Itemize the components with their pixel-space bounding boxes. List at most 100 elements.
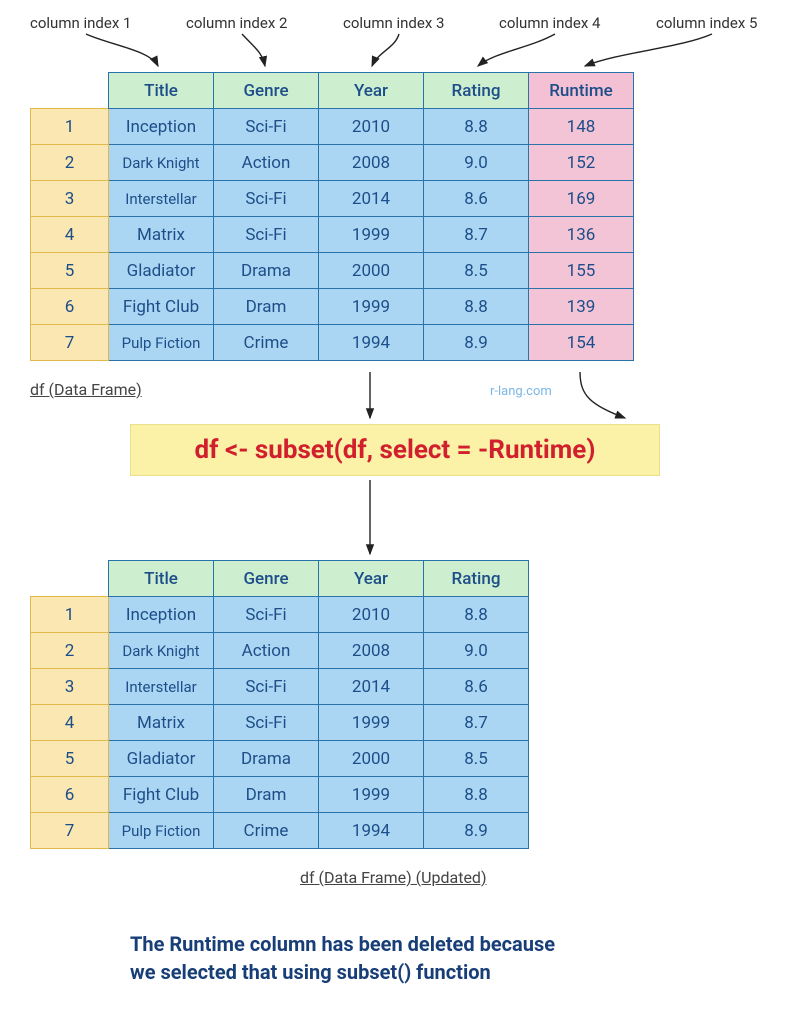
data-cell: Crime [214, 813, 319, 849]
table-caption-original: df (Data Frame) [30, 380, 142, 399]
col-index-label: column index 3 [343, 14, 444, 32]
arrow-col1 [86, 34, 158, 66]
data-cell: 1999 [319, 777, 424, 813]
column-header: Title [109, 561, 214, 597]
data-cell: 136 [529, 217, 634, 253]
data-cell: Interstellar [109, 669, 214, 705]
row-index: 4 [31, 217, 109, 253]
row-index: 4 [31, 705, 109, 741]
data-cell: 2008 [319, 145, 424, 181]
data-cell: Sci-Fi [214, 669, 319, 705]
data-cell: 152 [529, 145, 634, 181]
dataframe-table-original: TitleGenreYearRatingRuntime1InceptionSci… [30, 72, 634, 361]
data-cell: 9.0 [424, 145, 529, 181]
column-header: Genre [214, 561, 319, 597]
column-header: Year [319, 561, 424, 597]
arrow-col4 [478, 34, 555, 66]
data-cell: 8.7 [424, 705, 529, 741]
data-cell: 1994 [319, 813, 424, 849]
explanation-text: The Runtime column has been deleted beca… [130, 930, 555, 986]
data-cell: Dark Knight [109, 145, 214, 181]
data-cell: 8.6 [424, 181, 529, 217]
data-cell: 1999 [319, 705, 424, 741]
col-index-label: column index 5 [656, 14, 757, 32]
row-index: 3 [31, 181, 109, 217]
blank-corner [31, 73, 109, 109]
data-cell: Dram [214, 289, 319, 325]
code-expression: df <- subset(df, select = -Runtime) [130, 424, 660, 476]
row-index: 2 [31, 633, 109, 669]
data-cell: 1994 [319, 325, 424, 361]
row-index: 1 [31, 109, 109, 145]
data-cell: 9.0 [424, 633, 529, 669]
row-index: 2 [31, 145, 109, 181]
data-cell: 155 [529, 253, 634, 289]
data-cell: Sci-Fi [214, 705, 319, 741]
data-cell: Gladiator [109, 253, 214, 289]
data-cell: Drama [214, 253, 319, 289]
blank-corner [31, 561, 109, 597]
data-cell: Inception [109, 109, 214, 145]
data-cell: 2010 [319, 597, 424, 633]
data-cell: 2014 [319, 181, 424, 217]
data-cell: Crime [214, 325, 319, 361]
data-cell: 8.5 [424, 253, 529, 289]
data-cell: Matrix [109, 217, 214, 253]
arrow-col2 [242, 34, 265, 66]
data-cell: 169 [529, 181, 634, 217]
data-cell: 8.8 [424, 777, 529, 813]
data-cell: Drama [214, 741, 319, 777]
column-header: Runtime [529, 73, 634, 109]
data-cell: 1999 [319, 217, 424, 253]
column-header: Year [319, 73, 424, 109]
data-cell: 8.5 [424, 741, 529, 777]
data-cell: Pulp Fiction [109, 813, 214, 849]
data-cell: 2000 [319, 253, 424, 289]
data-cell: 2014 [319, 669, 424, 705]
data-cell: 8.8 [424, 109, 529, 145]
data-cell: 2000 [319, 741, 424, 777]
column-header: Title [109, 73, 214, 109]
data-cell: 2010 [319, 109, 424, 145]
data-cell: 154 [529, 325, 634, 361]
data-cell: 8.8 [424, 289, 529, 325]
data-cell: Action [214, 145, 319, 181]
data-cell: Sci-Fi [214, 597, 319, 633]
data-cell: 8.8 [424, 597, 529, 633]
arrow-col3 [372, 34, 399, 66]
data-cell: Pulp Fiction [109, 325, 214, 361]
data-cell: Sci-Fi [214, 181, 319, 217]
data-cell: Sci-Fi [214, 217, 319, 253]
data-cell: Inception [109, 597, 214, 633]
data-cell: Interstellar [109, 181, 214, 217]
data-cell: Matrix [109, 705, 214, 741]
column-header: Rating [424, 73, 529, 109]
row-index: 7 [31, 325, 109, 361]
data-cell: Sci-Fi [214, 109, 319, 145]
data-cell: Dark Knight [109, 633, 214, 669]
row-index: 6 [31, 289, 109, 325]
explanation-line1: The Runtime column has been deleted beca… [130, 932, 555, 956]
data-cell: Fight Club [109, 777, 214, 813]
row-index: 7 [31, 813, 109, 849]
data-cell: 2008 [319, 633, 424, 669]
row-index: 5 [31, 253, 109, 289]
data-cell: Fight Club [109, 289, 214, 325]
column-header: Genre [214, 73, 319, 109]
data-cell: 8.9 [424, 813, 529, 849]
column-header: Rating [424, 561, 529, 597]
explanation-line2: we selected that using subset() function [130, 960, 491, 984]
table-caption-updated: df (Data Frame) (Updated) [300, 868, 487, 887]
row-index: 3 [31, 669, 109, 705]
col-index-label: column index 4 [499, 14, 600, 32]
data-cell: 148 [529, 109, 634, 145]
data-cell: 8.9 [424, 325, 529, 361]
watermark-text: r-lang.com [490, 384, 552, 399]
row-index: 5 [31, 741, 109, 777]
data-cell: 139 [529, 289, 634, 325]
data-cell: 8.7 [424, 217, 529, 253]
data-cell: 8.6 [424, 669, 529, 705]
arrow-col5 [585, 34, 712, 66]
data-cell: 1999 [319, 289, 424, 325]
arrow-runtime-to-code [580, 372, 625, 418]
